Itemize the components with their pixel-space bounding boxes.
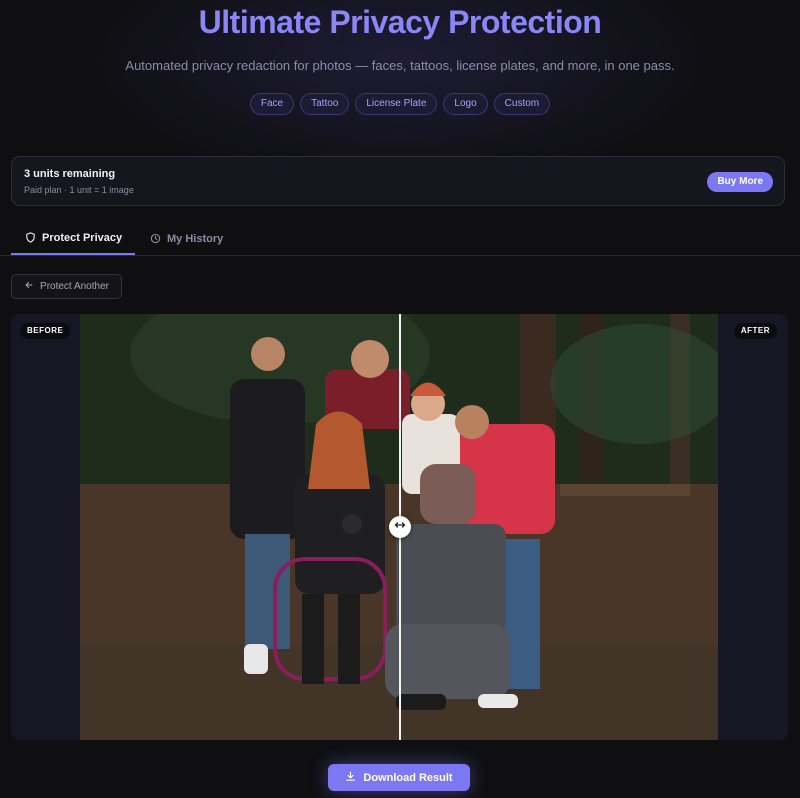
tab-label: Protect Privacy [42, 231, 123, 244]
before-after-comparison: BEFORE AFTER [11, 314, 788, 740]
chip-face[interactable]: Face [249, 93, 295, 115]
double-arrow-icon [394, 518, 406, 536]
tab-protect-privacy[interactable]: Protect Privacy [11, 222, 135, 255]
chip-custom[interactable]: Custom [493, 93, 551, 115]
buy-more-button[interactable]: Buy More [707, 172, 773, 192]
comparison-slider-handle[interactable] [389, 516, 411, 538]
download-icon [345, 771, 356, 785]
download-result-button[interactable]: Download Result [328, 764, 470, 791]
units-remaining: 3 units remaining [24, 168, 116, 180]
protect-another-button[interactable]: Protect Another [11, 274, 122, 299]
plan-info: Paid plan · 1 unit = 1 image [24, 185, 134, 195]
tab-my-history[interactable]: My History [148, 222, 223, 255]
chip-license-plate[interactable]: License Plate [355, 93, 438, 115]
clock-icon [150, 233, 161, 244]
before-label: BEFORE [20, 323, 71, 339]
back-label: Protect Another [40, 281, 109, 292]
page-subtitle: Automated privacy redaction for photos —… [125, 58, 675, 73]
arrow-left-icon [24, 280, 34, 293]
download-label: Download Result [363, 771, 453, 784]
tab-label: My History [167, 232, 224, 245]
tab-bar: Protect Privacy My History [0, 222, 800, 256]
shield-icon [25, 232, 36, 243]
units-card: 3 units remaining Paid plan · 1 unit = 1… [11, 156, 785, 206]
category-chips: Face Tattoo License Plate Logo Custom [0, 93, 800, 115]
after-label: AFTER [733, 323, 777, 339]
chip-logo[interactable]: Logo [443, 93, 488, 115]
chip-tattoo[interactable]: Tattoo [300, 93, 350, 115]
page-title: Ultimate Privacy Protection [198, 4, 602, 40]
